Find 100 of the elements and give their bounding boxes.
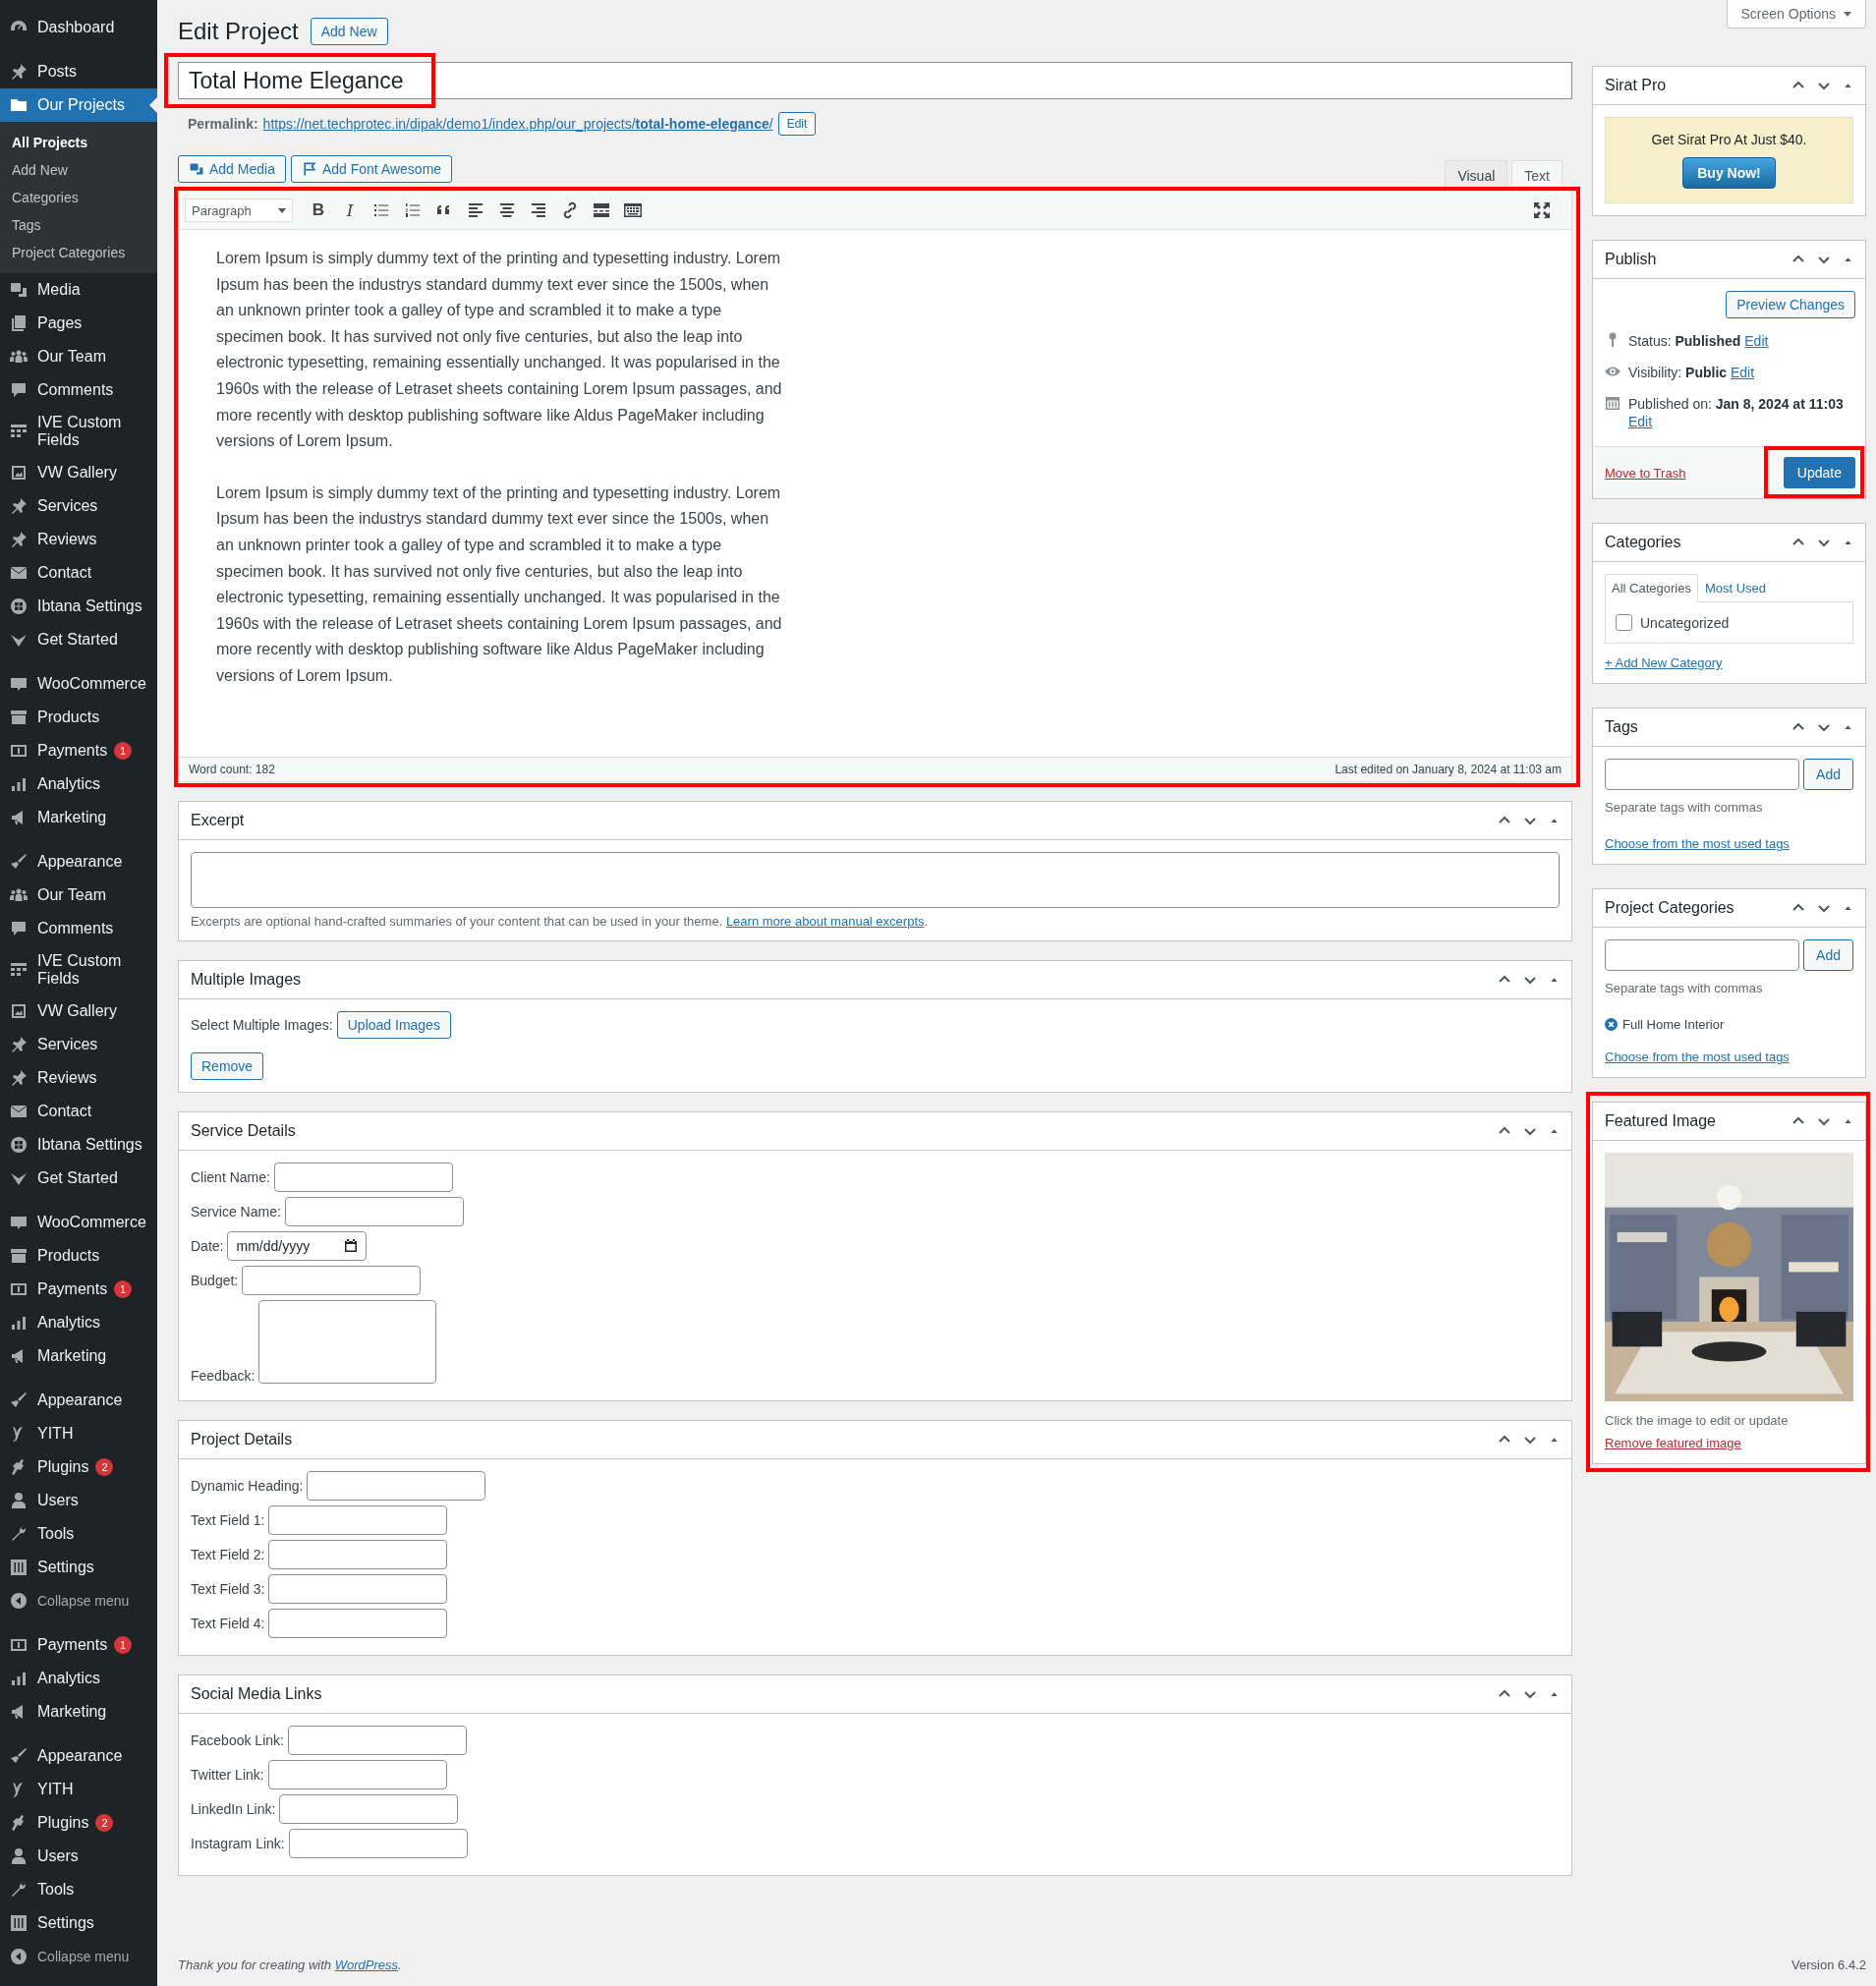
sidebar-item[interactable]: Products [0,701,157,734]
sidebar-item[interactable]: Posts [0,55,157,88]
text-area[interactable] [258,1300,437,1384]
text-field[interactable] [287,1726,467,1755]
sidebar-item[interactable]: Get Started [0,623,157,656]
remove-featured-image-link[interactable]: Remove featured image [1605,1436,1741,1450]
sidebar-item[interactable]: Appearance [0,1384,157,1417]
sidebar-item[interactable]: Appearance [0,845,157,879]
sidebar-item[interactable]: Users [0,1484,157,1517]
category-tab[interactable]: Most Used [1697,574,1774,601]
sidebar-item[interactable]: Our Team [0,879,157,912]
edit-link[interactable]: Edit [1731,365,1755,380]
text-field[interactable] [284,1197,464,1226]
calendar-icon[interactable] [344,1239,359,1253]
tag-field[interactable] [1605,939,1800,971]
sidebar-item[interactable]: Comments [0,912,157,945]
sidebar-item[interactable]: YITH [0,1417,157,1450]
date-field[interactable]: mm/dd/yyyy [227,1231,368,1261]
preview-changes-button[interactable]: Preview Changes [1726,291,1855,318]
text-field[interactable] [242,1266,422,1295]
sidebar-item[interactable]: Pages [0,307,157,340]
sidebar-item[interactable]: Analytics [0,767,157,801]
sidebar-item[interactable]: Our Team [0,340,157,373]
toolbar-toggle-icon[interactable] [623,200,643,220]
sidebar-item[interactable]: Plugins 2 [0,1806,157,1840]
sidebar-item[interactable]: Appearance [0,1739,157,1773]
bold-button[interactable]: B [309,200,328,220]
text-field[interactable] [267,1760,447,1789]
text-field[interactable] [268,1574,448,1604]
sidebar-item[interactable]: Payments 1 [0,734,157,767]
media-button[interactable]: Add Media [178,155,286,183]
align-left-icon[interactable] [466,200,485,220]
align-right-icon[interactable] [529,200,548,220]
add-category-link[interactable]: + Add New Category [1605,655,1723,670]
sidebar-item[interactable]: Reviews [0,523,157,556]
sidebar-item[interactable]: Settings [0,1906,157,1940]
sidebar-item[interactable]: Marketing [0,1695,157,1729]
sidebar-item[interactable]: Plugins 2 [0,1450,157,1484]
sidebar-item[interactable]: WooCommerce [0,1206,157,1239]
category-tab[interactable]: All Categories [1605,574,1698,602]
sidebar-item[interactable]: YITH [0,1773,157,1806]
text-field[interactable] [279,1794,459,1824]
move-to-trash-link[interactable]: Move to Trash [1605,465,1686,481]
submenu-item[interactable]: Project Categories [0,239,157,266]
sidebar-item[interactable]: Settings [0,1551,157,1584]
sidebar-item[interactable]: Payments 1 [0,1628,157,1662]
sidebar-item[interactable]: IVE Custom Fields [0,945,157,994]
add-new-button[interactable]: Add New [310,18,388,45]
media-button[interactable]: Add Font Awesome [290,155,453,183]
submenu-item[interactable]: Categories [0,184,157,211]
edit-button[interactable]: Edit [777,112,817,136]
add-button[interactable]: Add [1803,759,1853,790]
remove-button[interactable]: Remove [191,1052,264,1080]
add-button[interactable]: Add [1803,939,1853,971]
text-field[interactable] [307,1471,486,1501]
text-field[interactable] [288,1829,468,1858]
edit-link[interactable]: Edit [1628,414,1653,429]
sidebar-item[interactable]: Marketing [0,801,157,834]
sidebar-item[interactable]: Tools [0,1517,157,1551]
sidebar-item[interactable]: Collapse menu [0,1940,157,1973]
sidebar-item[interactable]: Services [0,489,157,523]
sidebar-item[interactable]: Products [0,1239,157,1273]
most-used-tags-link[interactable]: Choose from the most used tags [1605,836,1790,851]
align-center-icon[interactable] [497,200,517,220]
submenu-item[interactable]: All Projects [0,129,157,156]
sidebar-item[interactable]: IVE Custom Fields [0,407,157,456]
sidebar-item[interactable]: Media [0,273,157,307]
text-field[interactable] [268,1540,448,1569]
text-field[interactable] [268,1505,448,1535]
sidebar-item[interactable]: Reviews [0,1061,157,1095]
update-button[interactable]: Update [1783,457,1855,488]
excerpt-field[interactable] [191,852,1560,908]
sidebar-item[interactable]: Payments 1 [0,1273,157,1306]
sidebar-item[interactable]: VW Gallery [0,456,157,489]
read-more-icon[interactable] [592,200,611,220]
wordpress-link[interactable]: WordPress [334,1958,398,1972]
text-field[interactable] [268,1609,448,1638]
submenu-item[interactable]: Tags [0,211,157,239]
sidebar-item[interactable]: Collapse menu [0,1584,157,1617]
sidebar-item[interactable]: Our Projects [0,88,157,122]
sidebar-item[interactable]: VW Gallery [0,994,157,1028]
upload-images-button[interactable]: Upload Images [336,1011,451,1039]
sidebar-item[interactable]: Ibtana Settings [0,1128,157,1162]
fullscreen-icon[interactable] [1532,200,1552,220]
buy-now-button[interactable]: Buy Now! [1682,157,1776,189]
title-field[interactable]: Total Home Elegance [178,62,1572,99]
sidebar-item[interactable]: Comments [0,373,157,407]
sidebar-item[interactable]: Contact [0,1095,157,1128]
remove-icon[interactable] [1605,1018,1618,1031]
most-used-tags-link[interactable]: Choose from the most used tags [1605,1050,1790,1064]
sidebar-item[interactable]: WooCommerce [0,667,157,701]
sidebar-item[interactable]: Ibtana Settings [0,590,157,623]
sidebar-item[interactable]: Analytics [0,1306,157,1339]
sidebar-item[interactable]: Dashboard [0,11,157,44]
sidebar-item[interactable]: Tools [0,1873,157,1906]
screen-options-tab[interactable]: Screen Options [1726,0,1866,28]
sidebar-item[interactable]: Analytics [0,1662,157,1695]
sidebar-item[interactable]: Users [0,1840,157,1873]
edit-link[interactable]: Edit [1744,333,1769,349]
checkbox[interactable] [1616,614,1632,631]
